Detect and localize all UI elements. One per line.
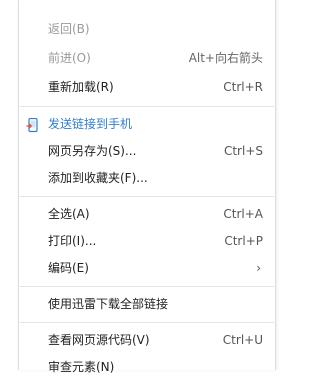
menu-item-inspect[interactable]: 审查元素(N) [19, 354, 275, 381]
menu-separator [20, 322, 274, 323]
menu-item-encoding[interactable]: 编码(E) › [19, 255, 275, 282]
menu-item-reload[interactable]: 重新加载(R) Ctrl+R [19, 73, 275, 102]
menu-item-add-favorite[interactable]: 添加到收藏夹(F)... [19, 165, 275, 192]
menu-item-back-label: 返回(B) [48, 22, 90, 36]
menu-separator [20, 196, 274, 197]
menu-item-print-label: 打印(I)... [48, 234, 97, 248]
phone-send-icon [26, 118, 38, 133]
menu-item-view-source[interactable]: 查看网页源代码(V) Ctrl+U [19, 327, 275, 354]
menu-item-view-source-shortcut: Ctrl+U [222, 333, 263, 347]
menu-separator [20, 106, 274, 107]
menu-item-forward-shortcut: Alt+向右箭头 [188, 51, 263, 65]
menu-item-select-all[interactable]: 全选(A) Ctrl+A [19, 201, 275, 228]
menu-item-inspect-label: 审查元素(N) [48, 360, 115, 374]
menu-item-save-as-shortcut: Ctrl+S [223, 144, 263, 158]
menu-item-select-all-label: 全选(A) [48, 207, 90, 221]
menu-item-forward-label: 前进(O) [48, 51, 91, 65]
menu-item-print-shortcut: Ctrl+P [224, 234, 263, 248]
menu-item-add-favorite-label: 添加到收藏夹(F)... [48, 171, 148, 185]
chevron-right-icon: › [256, 261, 261, 275]
menu-item-forward[interactable]: 前进(O) Alt+向右箭头 [19, 44, 275, 73]
menu-item-download-all-label: 使用迅雷下载全部链接 [48, 297, 169, 311]
menu-item-send-link-label: 发送链接到手机 [48, 117, 133, 131]
menu-item-back[interactable]: 返回(B) [19, 15, 275, 44]
menu-item-reload-shortcut: Ctrl+R [223, 80, 263, 94]
menu-item-save-as-label: 网页另存为(S)... [48, 144, 137, 158]
menu-separator [20, 286, 274, 287]
menu-item-download-all-links[interactable]: 使用迅雷下载全部链接 [19, 291, 275, 318]
menu-item-reload-label: 重新加载(R) [48, 80, 114, 94]
context-menu: 返回(B) 前进(O) Alt+向右箭头 重新加载(R) Ctrl+R 发送链接… [18, 0, 276, 374]
menu-item-save-as[interactable]: 网页另存为(S)... Ctrl+S [19, 138, 275, 165]
menu-item-encoding-label: 编码(E) [48, 261, 89, 275]
menu-item-view-source-label: 查看网页源代码(V) [48, 333, 150, 347]
menu-item-print[interactable]: 打印(I)... Ctrl+P [19, 228, 275, 255]
menu-item-select-all-shortcut: Ctrl+A [223, 207, 263, 221]
menu-item-send-link-to-phone[interactable]: 发送链接到手机 [19, 111, 275, 138]
menu-top-padding [19, 0, 275, 15]
